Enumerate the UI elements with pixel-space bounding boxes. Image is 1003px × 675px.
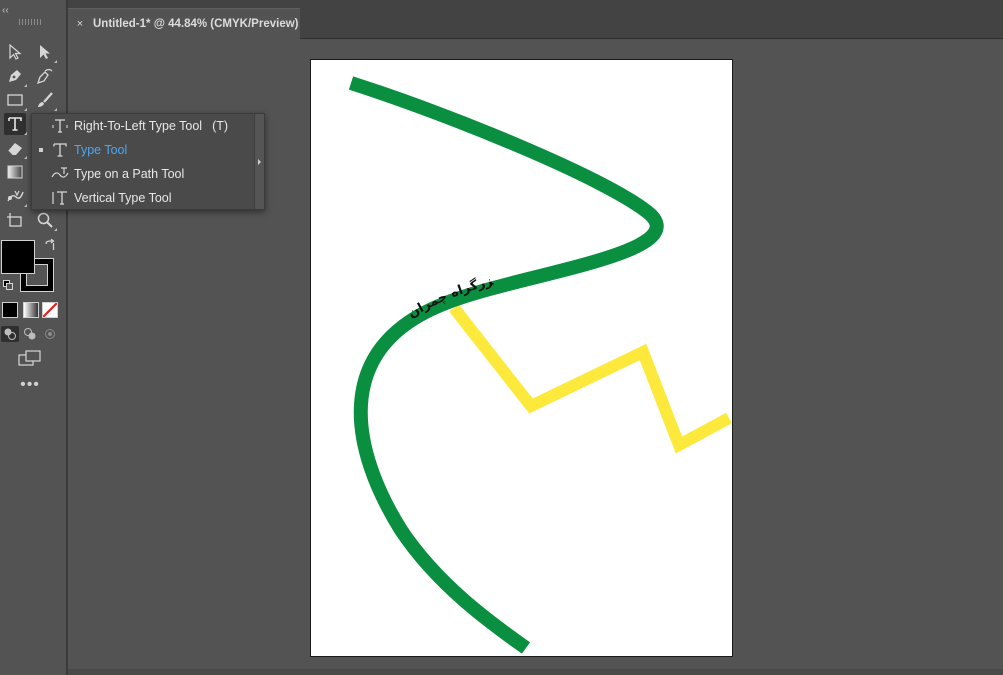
selection-tool-button[interactable]	[4, 41, 26, 63]
document-tab-bar: × Untitled-1* @ 44.84% (CMYK/Preview)	[68, 0, 1003, 39]
collapse-panel-icon[interactable]: ‹‹	[2, 6, 14, 16]
rectangle-icon	[7, 94, 23, 106]
pen-nib-icon	[9, 70, 21, 82]
flyout-indicator-icon	[24, 204, 27, 207]
illustrator-window: × Untitled-1* @ 44.84% (CMYK/Preview) ‹‹	[0, 0, 1003, 675]
none-mode-button[interactable]	[42, 302, 58, 318]
menu-bullet	[39, 124, 43, 128]
type-icon	[50, 140, 70, 160]
flyout-indicator-icon	[54, 228, 57, 231]
paintbrush-icon	[38, 92, 53, 107]
right-to-left-type-icon	[50, 116, 70, 136]
artboard-tool-button[interactable]	[4, 209, 26, 231]
gradient-tool-button[interactable]	[4, 161, 26, 183]
tearoff-button[interactable]	[254, 114, 264, 209]
rectangle-tool-button[interactable]	[4, 89, 27, 111]
tearoff-arrow-icon	[258, 158, 261, 165]
magnifier-icon	[37, 212, 53, 228]
draw-normal-icon	[4, 328, 16, 340]
edit-toolbar-more-icon[interactable]: •••	[18, 377, 42, 393]
menu-item-right-to-left-type-tool[interactable]: Right-To-Left Type Tool (T)	[32, 114, 254, 138]
menu-bullet	[39, 172, 43, 176]
horizontal-scrollbar[interactable]	[68, 669, 1003, 675]
yellow-zigzag-path[interactable]	[449, 304, 732, 454]
draw-behind-button[interactable]	[21, 326, 39, 342]
draw-inside-icon	[45, 329, 55, 339]
menu-item-type-on-path-tool[interactable]: Type on a Path Tool	[32, 162, 254, 186]
menu-item-type-tool[interactable]: Type Tool	[32, 138, 254, 162]
flyout-indicator-icon	[54, 108, 57, 111]
draw-inside-button[interactable]	[41, 326, 59, 342]
draw-behind-icon	[24, 328, 36, 340]
flyout-indicator-icon	[54, 60, 57, 63]
direct-selection-tool-button[interactable]	[34, 41, 57, 63]
type-on-path-icon	[50, 164, 70, 184]
curvature-tool-button[interactable]	[34, 65, 56, 87]
menu-item-label: Vertical Type Tool	[74, 191, 172, 205]
pen-tool-button[interactable]	[4, 65, 27, 87]
vertical-type-icon	[50, 188, 70, 208]
type-t-icon	[8, 117, 22, 131]
default-fill-stroke-icon[interactable]	[3, 280, 13, 290]
type-tool-button[interactable]	[4, 113, 27, 135]
puppet-warp-tool-button[interactable]	[4, 185, 27, 207]
none-slash-icon	[43, 303, 57, 317]
gradient-icon	[7, 165, 23, 179]
type-tools-flyout: Right-To-Left Type Tool (T) Type Tool Ty…	[31, 113, 265, 210]
document-tab[interactable]: × Untitled-1* @ 44.84% (CMYK/Preview)	[68, 8, 300, 39]
eraser-tool-button[interactable]	[4, 137, 27, 159]
paintbrush-tool-button[interactable]	[34, 89, 57, 111]
panel-grip-icon[interactable]	[19, 19, 41, 25]
draw-normal-button[interactable]	[1, 326, 19, 342]
artboard[interactable]: بزرگراه چمران	[310, 59, 733, 657]
swap-fill-stroke-icon[interactable]	[44, 239, 56, 251]
eraser-icon	[7, 143, 22, 156]
tools-panel: ‹‹ •••	[0, 0, 66, 675]
color-mode-button[interactable]	[2, 302, 18, 318]
direct-selection-arrow-icon	[40, 45, 50, 59]
fill-color-swatch[interactable]	[1, 240, 35, 274]
menu-item-label: Type Tool	[74, 143, 128, 157]
menu-item-shortcut: (T)	[212, 119, 229, 133]
menu-item-vertical-type-tool[interactable]: Vertical Type Tool	[32, 186, 254, 210]
flyout-indicator-icon	[24, 108, 27, 111]
artboard-icon	[7, 213, 22, 227]
flyout-indicator-icon	[24, 156, 27, 159]
zoom-tool-button[interactable]	[34, 209, 57, 231]
menu-bullet	[39, 196, 43, 200]
curvature-pen-icon	[36, 68, 53, 85]
selection-arrow-icon	[9, 44, 22, 60]
gradient-mode-button[interactable]	[23, 302, 39, 318]
close-tab-button[interactable]: ×	[75, 18, 85, 30]
document-tab-title: Untitled-1* @ 44.84% (CMYK/Preview)	[93, 18, 299, 30]
menu-bullet	[39, 148, 43, 152]
flyout-indicator-icon	[24, 84, 27, 87]
screen-mode-icon[interactable]	[18, 350, 42, 368]
artwork-canvas: بزرگراه چمران	[311, 60, 732, 654]
menu-item-label: Right-To-Left Type Tool	[74, 119, 203, 133]
flyout-indicator-icon	[24, 132, 27, 135]
menu-item-label: Type on a Path Tool	[74, 167, 185, 181]
puppet-warp-icon	[7, 190, 24, 202]
